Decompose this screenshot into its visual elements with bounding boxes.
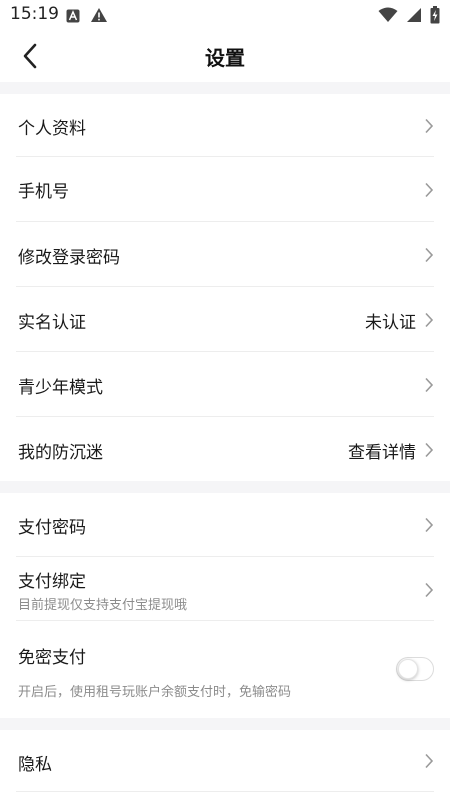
chevron-right-icon <box>425 377 434 393</box>
menu-item-label: 修改登录密码 <box>18 248 120 268</box>
menu-item-value: 查看详情 <box>348 443 416 463</box>
chevron-right-icon <box>425 753 434 769</box>
menu-item-real-name[interactable]: 实名认证 未认证 <box>0 287 450 352</box>
menu-item-label: 实名认证 <box>18 313 86 333</box>
section-gap <box>0 718 450 730</box>
status-time: 15:19 <box>10 4 59 24</box>
menu-item-label: 手机号 <box>18 182 69 202</box>
menu-item-payment-password[interactable]: 支付密码 <box>0 493 450 557</box>
chevron-right-icon <box>425 247 434 263</box>
menu-item-payment-binding[interactable]: 支付绑定 目前提现仅支持支付宝提现哦 <box>0 557 450 621</box>
menu-item-phone[interactable]: 手机号 <box>0 157 450 222</box>
section-gap <box>0 82 450 94</box>
chevron-right-icon <box>425 118 434 134</box>
wifi-icon <box>378 7 398 27</box>
status-icons-right <box>378 6 440 28</box>
menu-item-change-password[interactable]: 修改登录密码 <box>0 222 450 287</box>
menu-item-privacy[interactable]: 隐私 <box>0 730 450 792</box>
menu-item-label: 个人资料 <box>18 119 86 139</box>
divider <box>16 791 434 792</box>
menu-item-subtitle: 目前提现仅支持支付宝提现哦 <box>18 598 188 613</box>
signal-icon <box>406 7 422 27</box>
battery-charging-icon <box>430 6 440 28</box>
toggle-knob <box>398 659 418 679</box>
chevron-right-icon <box>425 182 434 198</box>
status-bar: 15:19 <box>0 0 450 30</box>
menu-item-label: 隐私 <box>18 755 52 775</box>
menu-item-teen-mode[interactable]: 青少年模式 <box>0 352 450 417</box>
menu-item-profile[interactable]: 个人资料 <box>0 94 450 157</box>
menu-item-label: 免密支付 <box>18 648 86 668</box>
menu-item-subtitle: 开启后，使用租号玩账户余额支付时，免输密码 <box>18 685 292 700</box>
menu-item-label: 我的防沉迷 <box>18 443 103 463</box>
menu-item-label: 支付绑定 <box>18 572 86 592</box>
password-free-pay-toggle[interactable] <box>396 657 434 681</box>
chevron-right-icon <box>425 582 434 598</box>
header: 设置 <box>0 30 450 82</box>
chevron-right-icon <box>425 517 434 533</box>
status-icons-left <box>66 7 108 27</box>
page-title: 设置 <box>205 46 245 70</box>
menu-item-label: 支付密码 <box>18 518 86 538</box>
chevron-right-icon <box>425 312 434 328</box>
chevron-right-icon <box>425 442 434 458</box>
menu-item-label: 青少年模式 <box>18 378 103 398</box>
menu-item-anti-addiction[interactable]: 我的防沉迷 查看详情 <box>0 417 450 481</box>
section-gap <box>0 481 450 493</box>
menu-item-password-free-pay: 免密支付 开启后，使用租号玩账户余额支付时，免输密码 <box>0 621 450 718</box>
warning-icon <box>90 7 108 27</box>
menu-item-value: 未认证 <box>365 313 416 333</box>
app-a-icon <box>66 8 80 27</box>
